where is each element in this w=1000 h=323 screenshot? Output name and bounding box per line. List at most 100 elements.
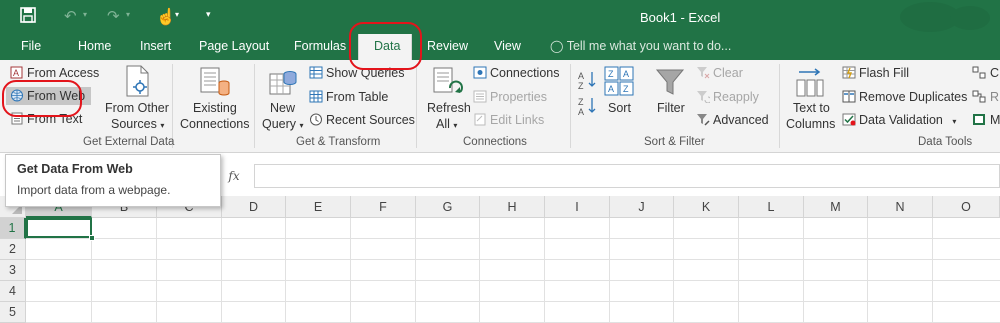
row-header-1[interactable]: 1 [0,218,26,239]
column-header-e[interactable]: E [286,196,351,218]
svg-text:A: A [623,69,629,79]
relationships-icon[interactable] [972,90,986,103]
from-table-button[interactable]: From Table [309,90,388,104]
from-other-sources-label-1[interactable]: From Other [105,101,169,115]
tell-me-search[interactable]: ◯ Tell me what you want to do... [550,39,731,53]
queries-icon [309,66,323,79]
new-query-label-1[interactable]: New [270,101,295,115]
data-validation-button[interactable]: Data Validation ▾ [842,113,956,127]
properties-button[interactable]: Properties [473,90,547,104]
customize-toolbar-icon[interactable]: ▾ [206,9,211,20]
touch-mode-dropdown-icon[interactable]: ▾ [175,10,179,19]
row-header-2[interactable]: 2 [0,239,26,260]
column-header-d[interactable]: D [222,196,286,218]
recent-sources-button[interactable]: Recent Sources [309,113,415,127]
sort-az-za-icons[interactable]: AZ ZA [578,69,598,119]
row-header-4[interactable]: 4 [0,281,26,302]
refresh-all-icon [433,67,463,93]
manage-data-model-partial-label[interactable]: M [990,113,1000,127]
existing-connections-label-1[interactable]: Existing [193,101,237,115]
column-header-g[interactable]: G [416,196,480,218]
connections-button[interactable]: Connections [473,66,560,80]
tab-review[interactable]: Review [427,39,468,53]
column-header-m[interactable]: M [804,196,868,218]
tab-view[interactable]: View [494,39,521,53]
column-header-n[interactable]: N [868,196,933,218]
redo-icon[interactable]: ↷ [107,7,120,25]
tooltip-description: Import data from a webpage. [17,183,171,197]
column-header-j[interactable]: J [610,196,674,218]
text-to-columns-label-2[interactable]: Columns [786,117,835,131]
svg-text:A: A [608,84,614,94]
undo-icon[interactable]: ↶ [64,7,77,25]
gridline [156,218,157,323]
from-access-button[interactable]: A From Access [10,66,99,80]
filter-icon [655,69,685,95]
ribbon-tab-row: File Home Insert Page Layout Formulas Re… [0,34,1000,60]
group-separator [779,64,780,148]
column-header-o[interactable]: O [933,196,1000,218]
gridline [350,218,351,323]
insert-function-icon[interactable]: fx [221,165,247,187]
edit-links-button[interactable]: Edit Links [473,113,544,127]
manage-data-model-icon[interactable] [972,113,986,126]
row-header-5[interactable]: 5 [0,302,26,323]
group-label-data-tools: Data Tools [918,136,973,148]
tooltip-title: Get Data From Web [17,162,133,176]
existing-connections-icon [200,67,230,96]
formula-input[interactable] [254,164,1000,188]
refresh-all-label-2[interactable]: All ▾ [436,117,457,131]
reapply-button[interactable]: Reapply [696,90,759,104]
group-separator [416,64,417,148]
column-header-i[interactable]: I [545,196,610,218]
tab-page-layout[interactable]: Page Layout [199,39,269,53]
gridline [479,218,480,323]
dropdown-arrow-icon: ▾ [453,121,458,130]
undo-dropdown-icon[interactable]: ▾ [83,10,87,19]
remove-duplicates-label: Remove Duplicates [859,90,968,104]
column-header-h[interactable]: H [480,196,545,218]
tab-formulas[interactable]: Formulas [294,39,346,53]
edit-links-label: Edit Links [490,113,545,127]
sort-button[interactable]: Sort [608,101,631,115]
clear-button[interactable]: Clear [696,66,743,80]
advanced-button[interactable]: Advanced [696,113,769,127]
save-icon[interactable] [20,7,36,27]
new-query-icon [269,71,297,95]
table-icon [309,90,323,103]
redo-dropdown-icon[interactable]: ▾ [126,10,130,19]
tab-insert[interactable]: Insert [140,39,171,53]
tab-home[interactable]: Home [78,39,111,53]
consolidate-icon[interactable] [972,66,986,79]
text-to-columns-label-1[interactable]: Text to [793,101,830,115]
clear-label: Clear [713,66,743,80]
fill-handle[interactable] [89,235,95,241]
column-header-k[interactable]: K [674,196,739,218]
active-cell-a1[interactable] [26,218,92,238]
tab-file[interactable]: File [21,39,41,53]
group-label-get-external-data: Get External Data [83,136,175,148]
touch-mode-icon[interactable]: ☝ [156,7,176,27]
row-header-3[interactable]: 3 [0,260,26,281]
svg-text:Z: Z [578,81,584,91]
remove-duplicates-icon [842,90,856,103]
group-separator [254,64,255,148]
profile-blob-2 [950,6,990,30]
annotation-circle-data-tab [349,22,422,70]
from-other-sources-label-2[interactable]: Sources ▾ [111,117,164,131]
remove-duplicates-button[interactable]: Remove Duplicates [842,90,967,104]
flash-fill-button[interactable]: Flash Fill [842,66,909,80]
column-header-l[interactable]: L [739,196,804,218]
group-label-sort-filter: Sort & Filter [644,136,705,148]
worksheet-grid[interactable]: A B C D E F G H I J K L M N O 1 2 3 4 5 [0,196,1000,323]
gridline [867,218,868,323]
relationships-partial-label[interactable]: R [990,90,999,104]
consolidate-partial-label[interactable]: C [990,66,999,80]
new-query-label-2[interactable]: Query ▾ [262,117,304,131]
filter-button[interactable]: Filter [657,101,685,115]
column-header-f[interactable]: F [351,196,416,218]
gridline [285,218,286,323]
refresh-all-label-1[interactable]: Refresh [427,101,471,115]
existing-connections-label-2[interactable]: Connections [180,117,250,131]
group-label-get-transform: Get & Transform [296,136,381,148]
